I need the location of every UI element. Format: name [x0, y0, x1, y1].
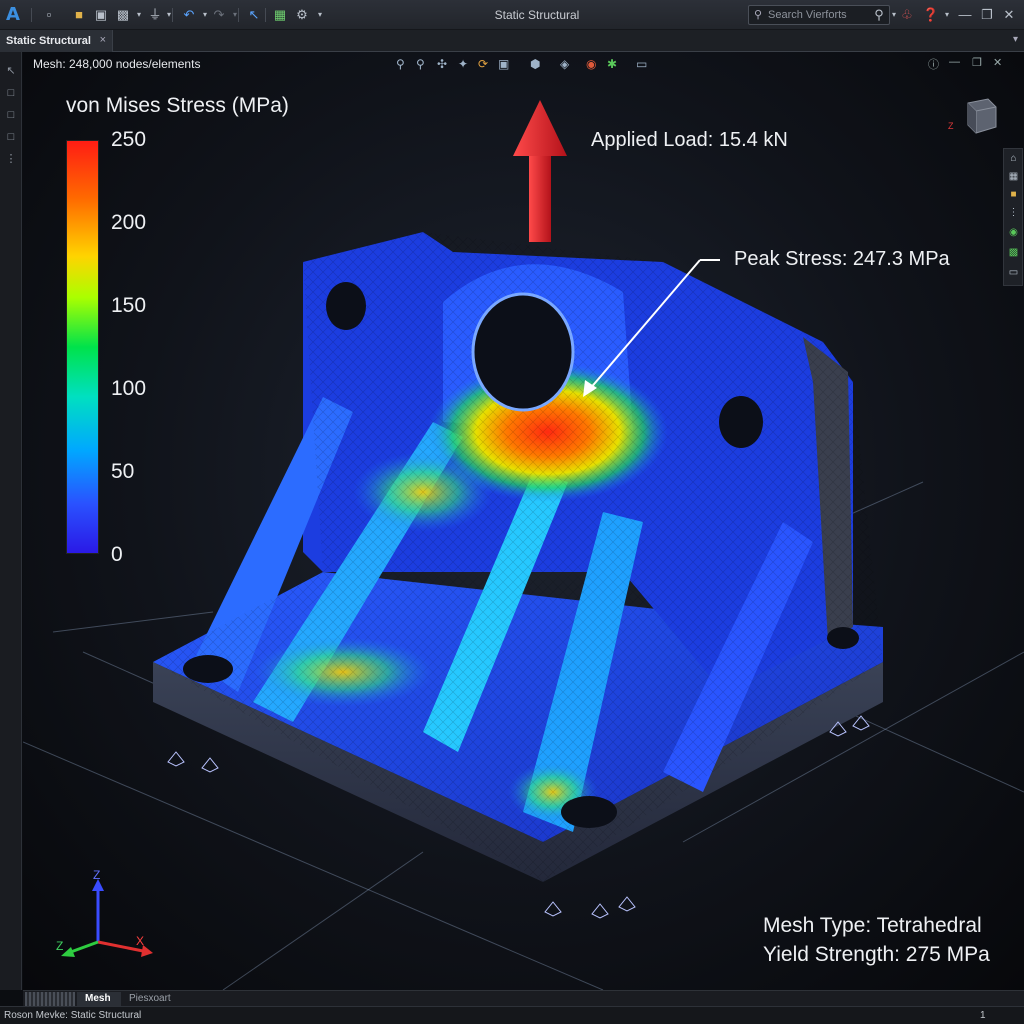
tab-piesxoart[interactable]: Piesxoart: [123, 992, 183, 1006]
toolbar-separator: [172, 8, 173, 22]
viewport-minimize-icon[interactable]: —: [949, 56, 960, 68]
right-tool-panel: ⌂ ▦ ■ ⋮ ◉ ▩ ▭: [1003, 148, 1023, 286]
settings-dropdown-icon[interactable]: ▾: [311, 6, 329, 24]
monitor-icon[interactable]: ▭: [636, 56, 647, 72]
legend-tick: 0: [111, 543, 123, 566]
legend-title: von Mises Stress (MPa): [66, 94, 289, 117]
pan-icon[interactable]: ✣: [437, 56, 447, 72]
zoom-icon[interactable]: ⚲: [396, 56, 405, 72]
stamp-dropdown-icon[interactable]: ▾: [160, 6, 178, 24]
status-bar: Roson Mevke: Static Structural 1: [0, 1006, 1024, 1024]
tab-close-icon[interactable]: ×: [100, 34, 106, 46]
navigation-cube[interactable]: [956, 95, 998, 137]
status-text: Roson Mevke: Static Structural: [4, 1010, 142, 1021]
dots-grid-icon[interactable]: ⋮: [1007, 206, 1020, 219]
mount-hole: [326, 282, 366, 330]
triad-z-label: Z: [93, 868, 101, 882]
help-dropdown-icon[interactable]: ▾: [938, 6, 956, 24]
mount-hole: [561, 796, 617, 828]
applied-load-label: Applied Load: 15.4 kN: [591, 129, 788, 151]
palette-icon[interactable]: ✱: [607, 56, 617, 72]
legend-tick: 150: [111, 294, 147, 317]
app-logo-icon[interactable]: A: [6, 4, 26, 26]
open-folder-icon[interactable]: ■: [70, 6, 88, 24]
title-bar: A ▫ ■ ▣ ▩ ▾ ⏚ ▾ ↶ ▾ ↷ ▾ ↖ ▦ ⚙ ▾ Static S…: [0, 0, 1024, 30]
status-page: 1: [980, 1010, 986, 1021]
box-select-icon[interactable]: □: [4, 130, 18, 144]
view-cube-icon[interactable]: ▣: [498, 56, 509, 72]
mesh-info-label: Mesh: 248,000 nodes/elements: [33, 57, 201, 71]
layers-icon[interactable]: ▩: [1007, 246, 1020, 259]
document-tab-bar: Static Structural × ▾: [0, 30, 1024, 52]
toolbar-separator: [265, 8, 266, 22]
home-icon[interactable]: ⌂: [1007, 152, 1020, 165]
navcube-axis-label: Z: [948, 121, 954, 131]
window-icon[interactable]: ▭: [1007, 266, 1020, 279]
legend-tick: 250: [111, 128, 147, 151]
minimize-icon[interactable]: —: [956, 6, 974, 24]
peak-stress-label: Peak Stress: 247.3 MPa: [734, 248, 950, 270]
select-cursor-icon[interactable]: ↖: [245, 6, 263, 24]
toolbar-separator: [238, 8, 239, 22]
display-style-icon[interactable]: ◉: [586, 56, 596, 72]
window-title: Static Structural: [494, 8, 580, 22]
settings-gear-icon[interactable]: ⚙: [293, 6, 311, 24]
mesh-type-label: Mesh Type: Tetrahedral: [763, 914, 982, 937]
legend-tick: 100: [111, 377, 147, 400]
box-select-icon[interactable]: □: [4, 86, 18, 100]
fit-icon[interactable]: ✦: [458, 56, 468, 72]
rotate-icon[interactable]: ⟳: [478, 56, 488, 72]
new-file-icon[interactable]: ▫: [40, 6, 58, 24]
bottom-tab-bar: Mesh Piesxoart: [23, 990, 1024, 1006]
triad-y-label: Z: [56, 939, 64, 953]
dots-tool-icon[interactable]: ⋮: [4, 152, 18, 166]
model-render: [23, 100, 1024, 990]
tab-static-structural[interactable]: Static Structural ×: [0, 30, 113, 52]
restore-icon[interactable]: ❐: [978, 6, 996, 24]
legend-tick: 50: [111, 460, 135, 483]
viewport-close-icon[interactable]: ✕: [993, 56, 1002, 69]
mount-hole: [719, 396, 763, 448]
left-tool-strip: ↖ □ □ □ ⋮: [0, 52, 22, 990]
tab-menu-icon[interactable]: ▾: [1013, 34, 1018, 45]
applied-load-arrow: [513, 100, 567, 242]
toolbar-separator: [31, 8, 32, 22]
triad-x-label: X: [136, 934, 145, 948]
globe-icon[interactable]: ◉: [1007, 226, 1020, 239]
close-icon[interactable]: ✕: [1000, 6, 1018, 24]
yield-strength-label: Yield Strength: 275 MPa: [763, 943, 990, 966]
box-select-icon[interactable]: □: [4, 108, 18, 122]
section-icon[interactable]: ◈: [560, 56, 569, 72]
search-input[interactable]: Search Vierforts: [768, 9, 847, 21]
stress-color-scale: [66, 140, 99, 554]
mount-hole: [183, 655, 233, 683]
lug-hole: [471, 292, 575, 412]
search-icon: ⚲: [754, 9, 763, 21]
save-icon[interactable]: ▣: [92, 6, 110, 24]
select-tool-icon[interactable]: ↖: [4, 64, 18, 78]
tab-mesh[interactable]: Mesh: [77, 992, 121, 1006]
scroll-grip[interactable]: [25, 992, 75, 1006]
notification-bell-icon[interactable]: ♧: [898, 6, 916, 24]
table-icon[interactable]: ▦: [1007, 170, 1020, 183]
grid-select-icon[interactable]: ▦: [271, 6, 289, 24]
redo-dropdown-icon[interactable]: ▾: [226, 6, 244, 24]
legend-tick: 200: [111, 211, 147, 234]
iso-view-icon[interactable]: ⬢: [530, 56, 540, 72]
graphics-viewport[interactable]: Mesh: 248,000 nodes/elements ⚲ ⚲ ✣ ✦ ⟳ ▣…: [23, 52, 1024, 990]
mount-hole: [827, 627, 859, 649]
zoom-box-icon[interactable]: ⚲: [416, 56, 425, 72]
tab-label: Static Structural: [6, 35, 91, 47]
search-box[interactable]: ⚲ Search Vierforts: [748, 5, 890, 25]
viewport-info-icon[interactable]: ⓘ: [928, 56, 939, 72]
viewport-restore-icon[interactable]: ❐: [972, 56, 982, 69]
folder-icon[interactable]: ■: [1007, 188, 1020, 201]
